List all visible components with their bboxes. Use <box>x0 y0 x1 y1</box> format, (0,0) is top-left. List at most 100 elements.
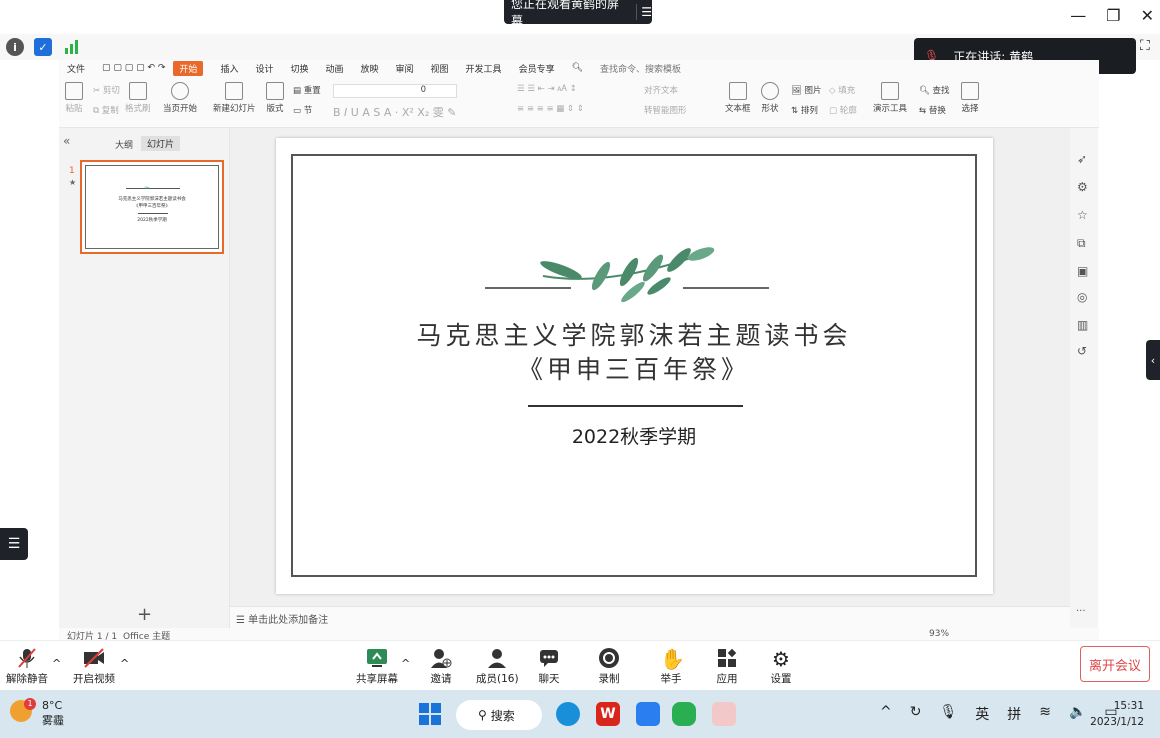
list-buttons[interactable]: ☰ ☰ ⇤ ⇥ 🗚 ↕ <box>517 84 577 94</box>
chat-button[interactable]: 聊天 <box>538 647 560 686</box>
tray-lang[interactable]: 英 <box>975 704 989 724</box>
select-button[interactable]: 选择 <box>961 82 979 114</box>
minimize-icon[interactable]: — <box>1070 6 1086 25</box>
microphone-icon[interactable]: 🎙 <box>939 704 957 724</box>
menu-file[interactable]: 文件 <box>67 62 85 75</box>
copy-button[interactable]: ⧉ 复制 <box>93 104 119 116</box>
record-button[interactable]: 录制 <box>598 647 620 686</box>
history-icon[interactable]: ↺ <box>1077 344 1087 358</box>
settings-button[interactable]: ⚙ 设置 <box>770 647 792 686</box>
format-painter-button[interactable]: 格式刷 <box>125 82 151 114</box>
snipping-tool-icon[interactable] <box>712 702 736 726</box>
leave-meeting-button[interactable]: 离开会议 <box>1080 646 1150 682</box>
menu-slideshow[interactable]: 放映 <box>361 62 379 75</box>
toolbar-quick-icons[interactable]: ▢ ▢ ▢ ▢ ↶ ↷ <box>102 63 165 73</box>
invite-button[interactable]: 邀请 <box>430 647 452 686</box>
list-icon[interactable]: ☰ <box>636 4 652 20</box>
menu-tabs: 文件 ▢ ▢ ▢ ▢ ↶ ↷ 开始 插入 设计 切换 动画 放映 审阅 视图 开… <box>67 60 698 76</box>
menu-insert[interactable]: 插入 <box>220 62 238 75</box>
presenter-tools-button[interactable]: 演示工具 <box>873 82 907 114</box>
collapse-panel-icon[interactable]: « <box>63 134 70 148</box>
share-screen-button[interactable]: 共享屏幕 <box>356 647 398 686</box>
from-current-button[interactable]: 当页开始 <box>163 82 197 114</box>
restore-icon[interactable]: ❐ <box>1106 6 1120 25</box>
text-box-button[interactable]: 文本框 <box>725 82 751 114</box>
tencent-meeting-icon[interactable] <box>636 702 660 726</box>
chevron-up-icon[interactable]: ^ <box>401 657 410 670</box>
tab-outline[interactable]: 大纲 <box>115 138 133 151</box>
raise-hand-button[interactable]: ✋ 举手 <box>660 647 685 686</box>
wps-icon[interactable]: W <box>596 702 620 726</box>
new-slide-button[interactable]: 新建幻灯片 <box>213 82 256 114</box>
chevron-up-icon[interactable]: ^ <box>52 657 61 670</box>
picture-button[interactable]: 🖼 图片 <box>791 84 822 96</box>
sliders-icon[interactable]: ⚙ <box>1077 180 1088 194</box>
more-icon[interactable]: ··· <box>1076 606 1086 617</box>
info-icon[interactable]: i <box>6 38 24 56</box>
layout-button[interactable]: 版式 <box>266 82 284 114</box>
volume-icon[interactable]: 🔈 <box>1069 704 1086 724</box>
font-size-select[interactable]: 0 <box>333 84 457 98</box>
star-outline-icon[interactable]: ☆ <box>1077 208 1088 222</box>
menu-transition[interactable]: 切换 <box>290 62 308 75</box>
zoom-level[interactable]: 93% <box>929 629 949 639</box>
unmute-button[interactable]: 解除静音 <box>6 647 48 686</box>
book-icon[interactable]: ▥ <box>1077 318 1088 332</box>
sync-icon[interactable]: ↻ <box>910 704 922 724</box>
image-edit-icon[interactable]: ▣ <box>1077 264 1088 278</box>
shield-icon[interactable]: ✓ <box>34 38 52 56</box>
slide-subtitle[interactable]: 2022秋季学期 <box>293 422 975 449</box>
section-button[interactable]: ▭ 节 <box>293 104 312 116</box>
outline-button[interactable]: ▢ 轮廓 <box>829 104 857 116</box>
cut-button[interactable]: ✂ 剪切 <box>93 84 120 96</box>
members-button[interactable]: 成员(16) <box>476 647 519 686</box>
share-banner-text: 您正在观看黄鹤的屏幕 <box>511 0 620 28</box>
taskbar-search[interactable]: ⚲ 搜索 <box>456 700 542 730</box>
weather-widget[interactable]: 1 8°C 雾霾 <box>10 698 64 728</box>
rocket-icon[interactable]: ➶ <box>1077 152 1087 166</box>
replace-button[interactable]: ⇆ 替换 <box>919 104 946 116</box>
start-video-button[interactable]: 开启视频 <box>73 647 115 686</box>
menu-developer[interactable]: 开发工具 <box>466 62 502 75</box>
align-text-button[interactable]: 对齐文本 <box>644 84 678 96</box>
side-menu-icon[interactable]: ☰ <box>0 528 28 560</box>
fill-button[interactable]: ◇ 填充 <box>829 84 855 96</box>
menu-view[interactable]: 视图 <box>431 62 449 75</box>
slide-title-book[interactable]: 《甲申三百年祭》 <box>293 350 975 386</box>
chevron-up-icon[interactable]: ^ <box>120 657 129 670</box>
location-icon[interactable]: ◎ <box>1077 290 1087 304</box>
notes-bar[interactable]: ☰ 单击此处添加备注 <box>230 606 1070 628</box>
menu-home[interactable]: 开始 <box>173 60 204 76</box>
wechat-icon[interactable] <box>672 702 696 726</box>
menu-member[interactable]: 会员专享 <box>519 62 555 75</box>
menu-animation[interactable]: 动画 <box>325 62 343 75</box>
copy-panel-icon[interactable]: ⧉ <box>1077 236 1086 251</box>
chevron-left-icon[interactable]: ‹ <box>1146 340 1160 380</box>
font-style-buttons[interactable]: B I U A S A · X² X₂ 雯 ✎ <box>333 104 456 120</box>
tab-slides[interactable]: 幻灯片 <box>141 136 181 151</box>
tray-ime[interactable]: 拼 <box>1007 704 1021 724</box>
shape-button[interactable]: 形状 <box>761 82 779 114</box>
chevron-up-icon[interactable]: ^ <box>880 704 892 724</box>
reset-button[interactable]: ▤ 重置 <box>293 84 321 96</box>
close-icon[interactable]: ✕ <box>1141 6 1154 25</box>
command-search[interactable]: 查找命令、搜索模板 <box>600 62 681 75</box>
add-slide-button[interactable]: + <box>137 604 152 625</box>
signal-icon[interactable] <box>64 39 80 55</box>
notes-placeholder[interactable]: 单击此处添加备注 <box>248 615 328 626</box>
paste-button[interactable]: 粘贴 <box>65 82 83 114</box>
taskbar-clock[interactable]: 15:31 2023/1/12 <box>1090 698 1144 730</box>
fullscreen-icon[interactable]: ⛶ <box>1140 38 1150 54</box>
windows-start-icon[interactable] <box>418 702 442 726</box>
apps-button[interactable]: 应用 <box>716 647 738 686</box>
slide-thumbnail[interactable]: ≈ 马克思主义学院郭沫若主题读书会 《甲申三百年祭》 2022秋季学期 <box>80 160 224 254</box>
menu-review[interactable]: 审阅 <box>396 62 414 75</box>
menu-design[interactable]: 设计 <box>255 62 273 75</box>
arrange-button[interactable]: ⇅ 排列 <box>791 104 818 116</box>
convert-smart-button[interactable]: 转智能图形 <box>644 104 687 116</box>
wifi-icon[interactable]: ≋ <box>1039 704 1051 724</box>
slide-title[interactable]: 马克思主义学院郭沫若主题读书会 <box>293 316 975 352</box>
edge-icon[interactable] <box>556 702 580 726</box>
find-button[interactable]: 🔍︎ 查找 <box>919 84 950 96</box>
align-buttons[interactable]: ≡ ≡ ≡ ≡ ▦ ⇕ ⇕ <box>517 104 584 114</box>
